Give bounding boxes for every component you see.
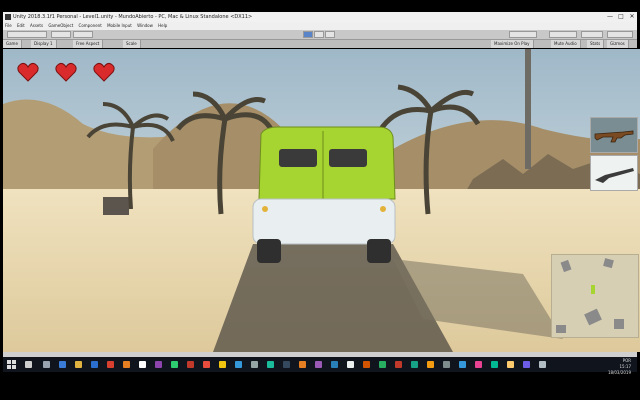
app-icon[interactable] (251, 361, 258, 368)
layout-dropdown[interactable] (607, 31, 633, 38)
minimap (551, 254, 639, 338)
menu-file[interactable]: File (5, 23, 12, 28)
global-toggle[interactable] (73, 31, 93, 38)
collab-button[interactable] (509, 31, 537, 38)
window-titlebar: Unity 2018.3.1f1 Personal - Level1.unity… (3, 12, 637, 22)
mute-audio-toggle[interactable]: Mute Audio (551, 40, 581, 48)
close-button[interactable]: ✕ (627, 12, 637, 22)
minimize-button[interactable]: — (605, 12, 615, 22)
step-button[interactable] (325, 31, 335, 38)
app-icon[interactable] (491, 361, 498, 368)
player-marker-icon (591, 285, 595, 294)
app-icon[interactable] (187, 361, 194, 368)
display-dropdown[interactable]: Display 1 (31, 40, 57, 48)
taskbar: POR 15:17 18/03/2019 (3, 357, 637, 375)
tab-game[interactable]: Game (3, 40, 22, 48)
app-icon[interactable] (283, 361, 290, 368)
app-icon[interactable] (299, 361, 306, 368)
store-icon[interactable] (91, 361, 98, 368)
heart-icon (93, 62, 115, 82)
pause-button[interactable] (314, 31, 324, 38)
rifle-icon (594, 130, 634, 143)
menu-mobile-input[interactable]: Mobile Input (107, 23, 132, 28)
menu-bar: File Edit Assets GameObject Component Mo… (3, 22, 637, 30)
heart-icon (17, 62, 39, 82)
app-icon[interactable] (395, 361, 402, 368)
app-icon[interactable] (315, 361, 322, 368)
game-view-header: Game Display 1 Free Aspect Scale Maximiz… (3, 40, 637, 48)
layers-dropdown[interactable] (581, 31, 603, 38)
windows-start-icon[interactable] (7, 360, 16, 369)
game-viewport[interactable] (3, 49, 640, 352)
search-icon[interactable] (25, 361, 32, 368)
game-scene (3, 49, 640, 352)
play-button[interactable] (303, 31, 313, 38)
menu-edit[interactable]: Edit (17, 23, 25, 28)
app-icon[interactable] (171, 361, 178, 368)
unity-icon (5, 14, 11, 20)
account-button[interactable] (549, 31, 577, 38)
menu-window[interactable]: Window (137, 23, 153, 28)
app-icon[interactable] (123, 361, 130, 368)
heart-icon (55, 62, 77, 82)
shotgun-icon (595, 168, 634, 183)
gizmos-dropdown[interactable]: Gizmos (607, 40, 629, 48)
weapon-slot-rifle[interactable] (590, 117, 638, 153)
app-icon[interactable] (363, 361, 370, 368)
player-van (252, 126, 396, 263)
unity-taskbar-icon[interactable] (139, 361, 146, 368)
minimap-terrain (556, 258, 624, 333)
app-icon[interactable] (379, 361, 386, 368)
editor-toolbar (3, 30, 637, 40)
clock-date: 18/03/2019 (607, 370, 631, 375)
app-icon[interactable] (427, 361, 434, 368)
vs-icon[interactable] (155, 361, 162, 368)
menu-help[interactable]: Help (158, 23, 167, 28)
transform-tools[interactable] (7, 31, 47, 38)
app-icon[interactable] (475, 361, 482, 368)
app-icon[interactable] (267, 361, 274, 368)
scale-slider[interactable]: Scale (123, 40, 141, 48)
maximize-on-play-toggle[interactable]: Maximize On Play (491, 40, 534, 48)
app-icon[interactable] (507, 361, 514, 368)
task-view-icon[interactable] (43, 361, 50, 368)
aspect-dropdown[interactable]: Free Aspect (73, 40, 104, 48)
app-icon[interactable] (219, 361, 226, 368)
menu-component[interactable]: Component (79, 23, 102, 28)
edge-icon[interactable] (59, 361, 66, 368)
app-icon[interactable] (523, 361, 530, 368)
app-icon[interactable] (235, 361, 242, 368)
app-icon[interactable] (203, 361, 210, 368)
app-icon[interactable] (411, 361, 418, 368)
explorer-icon[interactable] (75, 361, 82, 368)
weapon-slot-shotgun[interactable] (590, 155, 638, 191)
window-title: Unity 2018.3.1f1 Personal - Level1.unity… (13, 14, 253, 20)
system-clock[interactable]: POR 15:17 18/03/2019 (608, 358, 631, 376)
menu-assets[interactable]: Assets (30, 23, 43, 28)
app-icon[interactable] (539, 361, 546, 368)
app-icon[interactable] (459, 361, 466, 368)
stats-toggle[interactable]: Stats (587, 40, 605, 48)
app-icon[interactable] (331, 361, 338, 368)
pivot-toggle[interactable] (51, 31, 71, 38)
chrome-icon[interactable] (107, 361, 114, 368)
app-icon[interactable] (443, 361, 450, 368)
menu-gameobject[interactable]: GameObject (48, 23, 73, 28)
maximize-button[interactable]: □ (616, 12, 626, 22)
app-icon[interactable] (347, 361, 354, 368)
